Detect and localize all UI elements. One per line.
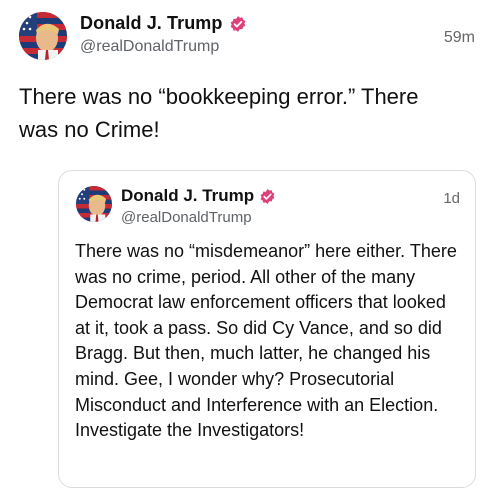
quoted-author-display-name[interactable]: Donald J. Trump	[121, 186, 254, 206]
quoted-author-handle[interactable]: @realDonaldTrump	[121, 209, 252, 226]
author-display-name[interactable]: Donald J. Trump	[80, 13, 223, 34]
author-avatar[interactable]	[19, 12, 67, 60]
avatar-image	[76, 186, 112, 222]
quoted-author-name-row: Donald J. Trump	[121, 186, 276, 206]
quoted-post-text: There was no “misdemeanor” here either. …	[75, 241, 457, 441]
post: Donald J. Trump @realDonaldTrump 59m The…	[0, 0, 493, 500]
verified-badge-icon	[229, 15, 247, 33]
post-text: There was no “bookkeeping error.” There …	[19, 84, 419, 142]
verified-badge-icon	[259, 188, 276, 205]
author-handle[interactable]: @realDonaldTrump	[80, 38, 219, 56]
quoted-author-avatar[interactable]	[76, 186, 112, 222]
avatar-image	[19, 12, 67, 60]
post-timestamp[interactable]: 59m	[444, 29, 475, 47]
quoted-post-card[interactable]: Donald J. Trump @realDonaldTrump 1d Ther…	[58, 170, 476, 488]
quoted-post-timestamp[interactable]: 1d	[443, 190, 460, 207]
author-name-row: Donald J. Trump	[80, 13, 247, 34]
